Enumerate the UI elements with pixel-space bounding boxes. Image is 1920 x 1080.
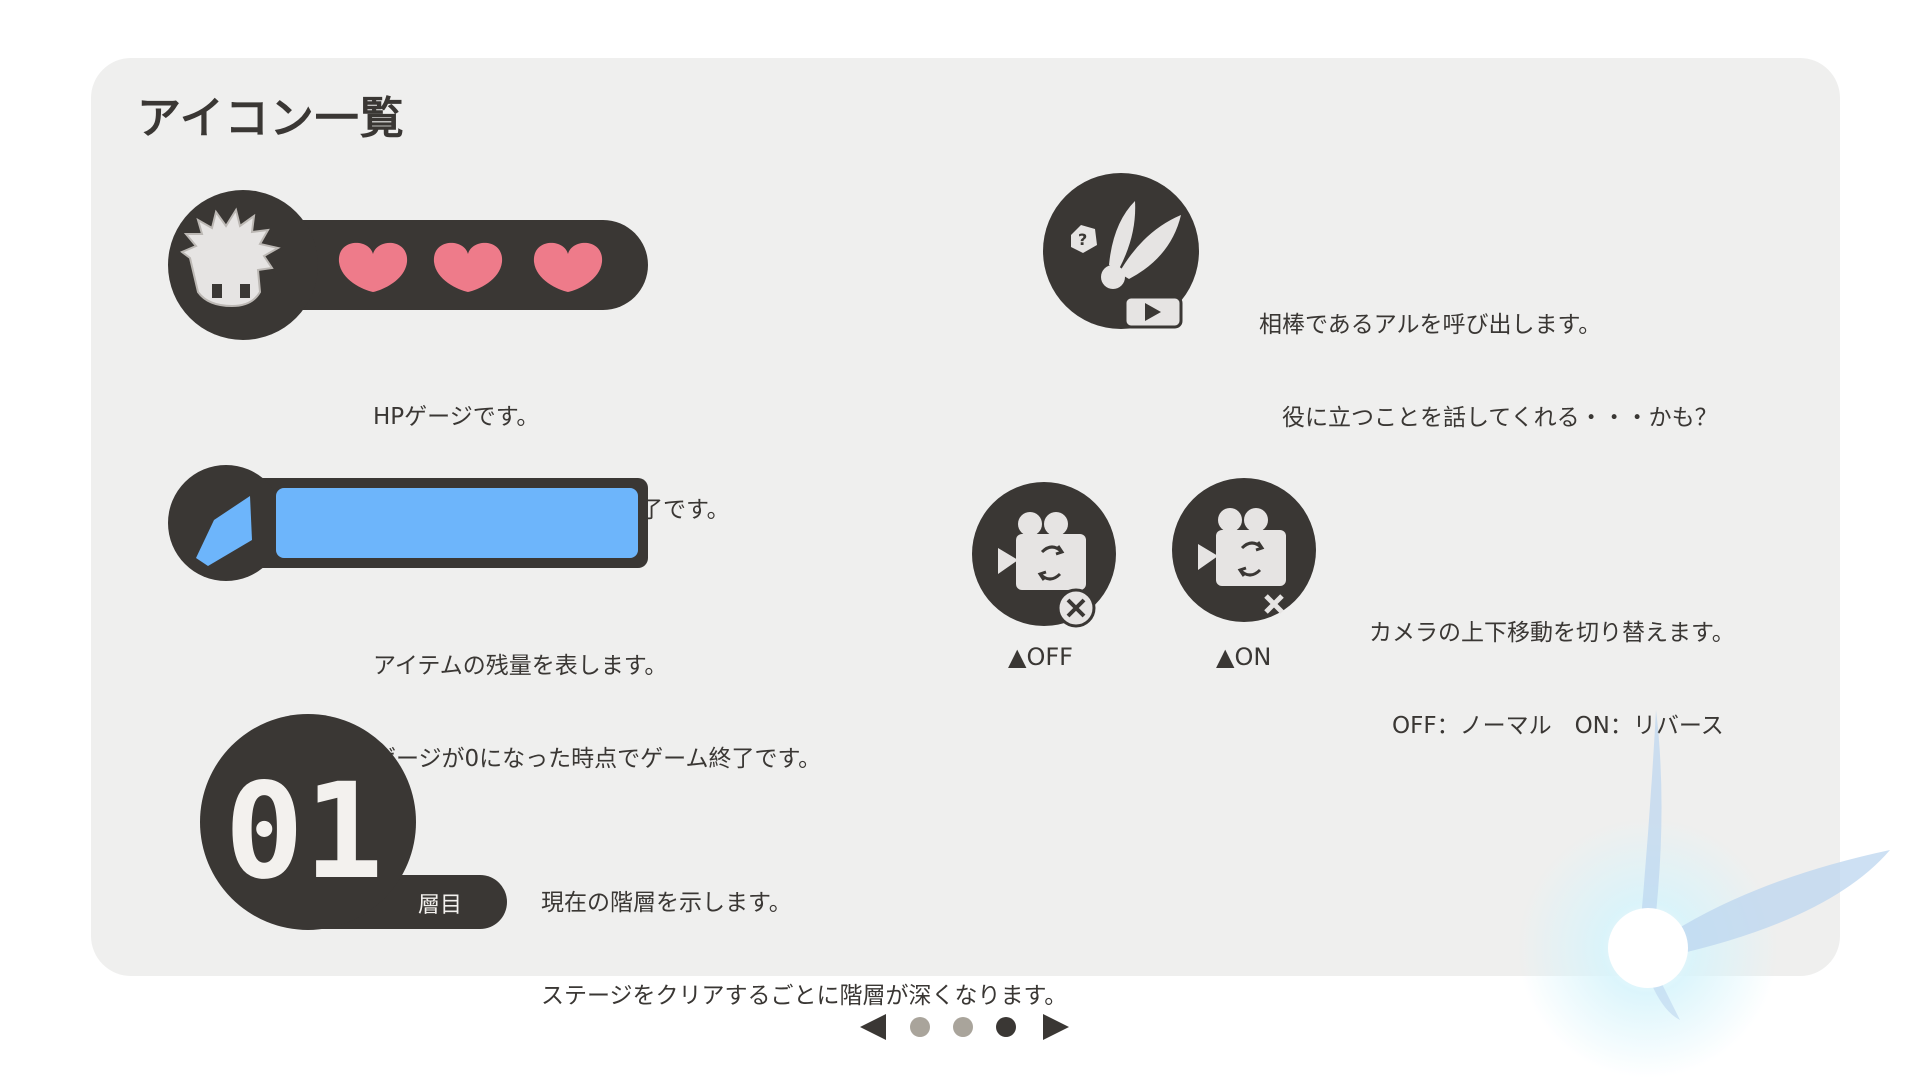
partner-desc-line-2: 役に立つことを話してくれる・・・かも？ [1259, 405, 1718, 431]
item-gauge [168, 465, 648, 581]
page-dot[interactable] [996, 1017, 1016, 1037]
camera-on-icon [1172, 478, 1316, 622]
partner-call-icon: ? [1043, 173, 1199, 329]
floor-desc-line-2: ステージをクリアするごとに階層が深くなります。 [541, 983, 1068, 1009]
next-page-arrow-icon[interactable] [1041, 1012, 1071, 1042]
partner-desc-line-1: 相棒であるアルを呼び出します。 [1259, 312, 1602, 338]
partner-description: 相棒であるアルを呼び出します。 役に立つことを話してくれる・・・かも？ [1259, 248, 1718, 465]
camera-off-label: ▲OFF [1008, 643, 1073, 671]
fairy-icon [1518, 710, 1890, 1078]
item-desc-line-1: アイテムの残量を表します。 [373, 653, 668, 679]
camera-on-label: ▲ON [1216, 643, 1272, 671]
svg-text:?: ? [1078, 230, 1087, 249]
page-dot[interactable] [910, 1017, 930, 1037]
hp-gauge [168, 190, 648, 340]
camera-off-icon [972, 482, 1116, 628]
camera-desc-line-1: カメラの上下移動を切り替えます。 [1369, 620, 1735, 646]
page-dot[interactable] [953, 1017, 973, 1037]
floor-counter: 01 層目 [200, 714, 507, 930]
floor-description: 現在の階層を示します。 ステージをクリアするごとに階層が深くなります。 [541, 826, 1067, 1043]
floor-number: 01 [225, 755, 384, 909]
floor-desc-line-1: 現在の階層を示します。 [541, 890, 792, 916]
prev-page-arrow-icon[interactable] [858, 1012, 888, 1042]
page-title: アイコン一覧 [137, 93, 405, 144]
floor-unit: 層目 [418, 893, 462, 918]
hp-desc-line-1: HPゲージです。 [373, 404, 540, 430]
